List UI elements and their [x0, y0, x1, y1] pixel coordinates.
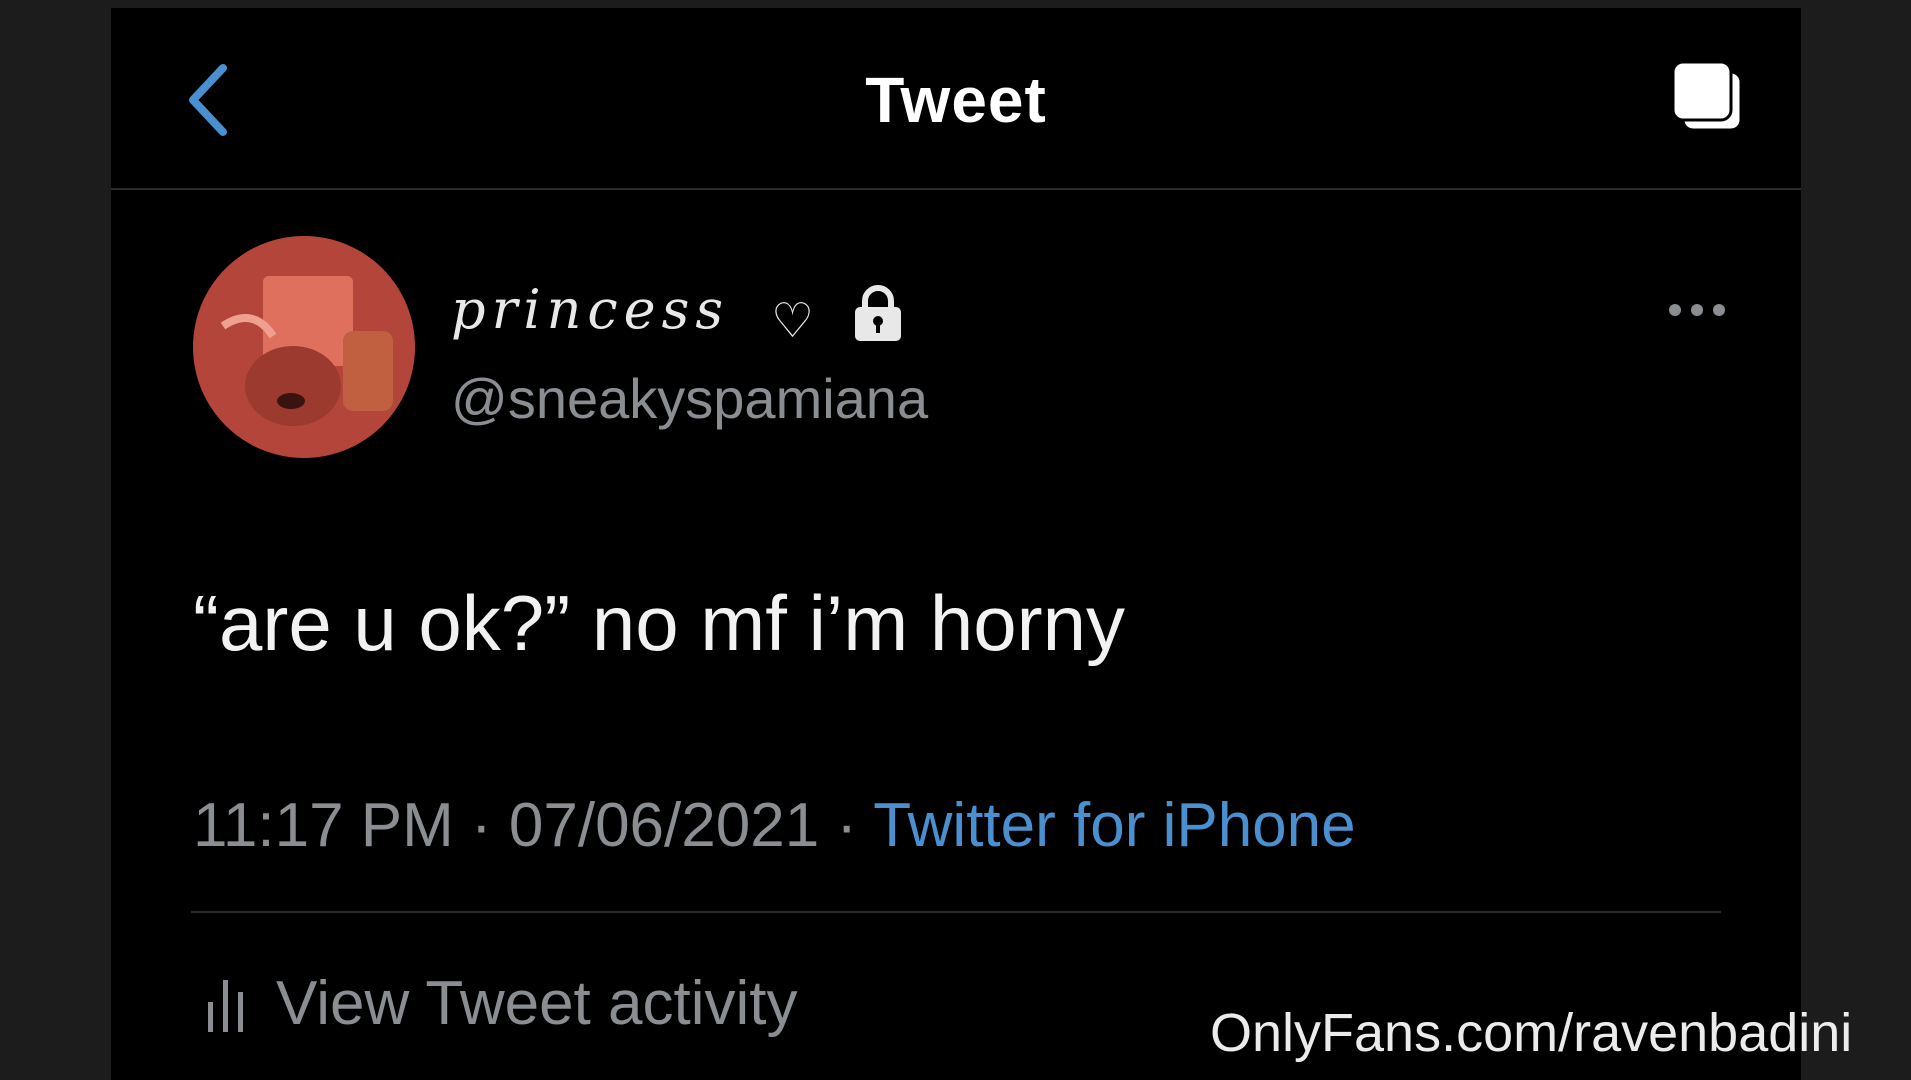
more-icon[interactable] [1667, 298, 1727, 322]
avatar-image [193, 236, 415, 458]
user-handle[interactable]: @sneakyspamiana [451, 366, 928, 431]
tweet-screen: Tweet princess ♡ @sneakyspamiana “are u … [111, 8, 1801, 1080]
tweet-meta: 11:17 PM · 07/06/2021 · Twitter for iPho… [193, 790, 1356, 861]
meta-separator: · [819, 791, 874, 860]
display-name[interactable]: princess [451, 278, 729, 341]
tweet-text: “are u ok?” no mf i’m horny [193, 579, 1126, 667]
tweet-time: 11:17 PM [193, 791, 454, 860]
nav-bar: Tweet [111, 8, 1801, 190]
divider [191, 911, 1721, 913]
view-activity-label: View Tweet activity [276, 969, 798, 1038]
avatar[interactable] [193, 236, 415, 458]
copy-icon[interactable] [1669, 60, 1749, 140]
tweet-source-link[interactable]: Twitter for iPhone [873, 791, 1355, 860]
lock-icon [855, 285, 901, 341]
meta-separator: · [453, 791, 509, 860]
page-title: Tweet [865, 64, 1047, 136]
bar-chart-icon [208, 980, 243, 1032]
heart-icon: ♡ [771, 295, 815, 348]
view-activity-button[interactable]: View Tweet activity [206, 968, 798, 1039]
tweet-date: 07/06/2021 [508, 791, 820, 860]
watermark: OnlyFans.com/ravenbadini [1210, 1003, 1853, 1063]
